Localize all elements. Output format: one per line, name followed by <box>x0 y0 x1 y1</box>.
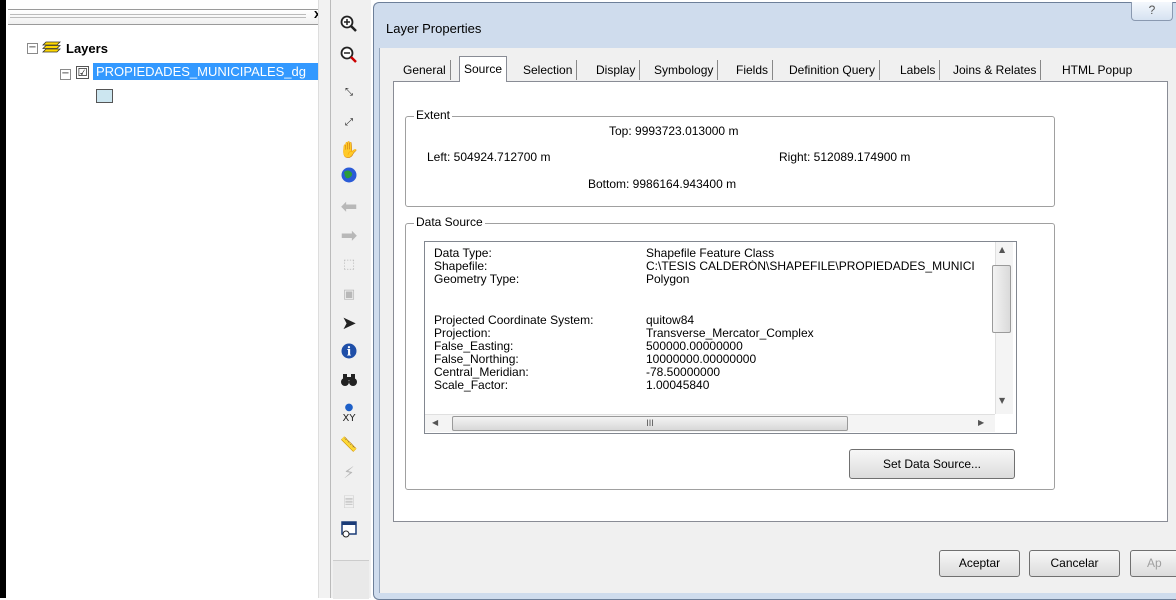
extent-left: Left: 504924.712700 m <box>427 150 551 164</box>
set-data-source-button[interactable]: Set Data Source... <box>849 449 1015 479</box>
time-slider-icon[interactable] <box>338 520 360 542</box>
list-item-value: 1.00045840 <box>646 379 710 392</box>
scroll-right-arrow-icon[interactable]: ▶ <box>978 418 984 427</box>
tab-symbology[interactable]: Symbology <box>650 60 719 80</box>
layers-icon <box>42 40 62 57</box>
back-arrow-icon[interactable]: ⬅ <box>338 195 360 217</box>
scroll-left-arrow-icon[interactable]: ◀ <box>432 418 438 427</box>
toolbar-footer <box>333 560 369 599</box>
vertical-scroll-thumb[interactable] <box>992 265 1011 333</box>
measure-ruler-icon[interactable]: 📏 <box>338 434 360 456</box>
clear-selection-icon[interactable]: ▣ <box>338 284 360 306</box>
ok-button[interactable]: Aceptar <box>939 550 1020 577</box>
list-item-key: Scale_Factor: <box>434 378 509 392</box>
select-elements-icon[interactable]: ⬚ <box>338 254 360 276</box>
dialog-title: Layer Properties <box>386 21 482 36</box>
scroll-up-arrow-icon[interactable]: ▲ <box>999 245 1005 254</box>
tab-display[interactable]: Display <box>592 60 641 80</box>
list-item-value: -78.50000000 <box>646 366 721 379</box>
layer-collapse-toggle[interactable]: − <box>60 69 71 80</box>
go-to-xy-icon[interactable]: ● XY <box>338 402 360 424</box>
scroll-down-arrow-icon[interactable]: ▼ <box>999 396 1005 405</box>
fixed-zoom-in-icon[interactable]: ⤡ <box>338 82 360 104</box>
pan-hand-icon[interactable]: ✋ <box>338 139 360 161</box>
tab-html-popup[interactable]: HTML Popup <box>1058 60 1136 80</box>
tab-joins-relates[interactable]: Joins & Relates <box>949 60 1042 80</box>
data-source-group-label: Data Source <box>414 215 485 229</box>
cancel-button[interactable]: Cancelar <box>1029 550 1120 577</box>
fixed-zoom-out-icon[interactable]: ⤢ <box>338 112 360 134</box>
extent-group-label: Extent <box>414 108 453 122</box>
svg-text:i: i <box>347 345 352 359</box>
list-item-value: 500000.00000000 <box>646 340 743 353</box>
extent-right: Right: 512089.174900 m <box>779 150 911 164</box>
tab-labels[interactable]: Labels <box>896 60 941 80</box>
layers-collapse-toggle[interactable]: − <box>27 43 38 54</box>
list-item-value: Shapefile Feature Class <box>646 247 775 260</box>
list-item-value: Polygon <box>646 273 690 286</box>
tab-fields[interactable]: Fields <box>732 60 774 80</box>
tab-selection[interactable]: Selection <box>519 60 578 80</box>
toc-title-bar[interactable] <box>8 9 326 25</box>
zoom-in-icon[interactable] <box>338 15 360 37</box>
extent-bottom: Bottom: 9986164.943400 m <box>588 177 737 191</box>
tab-source[interactable]: Source <box>459 56 508 82</box>
layers-root-label[interactable]: Layers <box>66 41 108 56</box>
list-item-value: quitow84 <box>646 314 695 327</box>
forward-arrow-icon[interactable]: ➡ <box>338 224 360 246</box>
tab-definition-query[interactable]: Definition Query <box>785 60 881 80</box>
list-item-value: C:\TESIS CALDERÓN\SHAPEFILE\PROPIEDADES_… <box>646 260 975 273</box>
html-popup-icon[interactable]: 🗏 <box>338 492 360 514</box>
dialog-help-button[interactable]: ? <box>1131 2 1173 21</box>
full-extent-globe-icon[interactable] <box>338 166 360 188</box>
list-item-key: Geometry Type: <box>434 272 520 286</box>
zoom-out-icon[interactable] <box>338 46 360 68</box>
layer-name[interactable]: PROPIEDADES_MUNICIPALES_dg <box>93 63 321 80</box>
toc-border <box>0 0 6 598</box>
hyperlink-bolt-icon[interactable]: ⚡ <box>338 462 360 484</box>
find-binoculars-icon[interactable] <box>338 372 360 394</box>
extent-top: Top: 9993723.013000 m <box>609 124 739 138</box>
layer-visibility-checkbox[interactable]: ☑ <box>76 66 89 79</box>
table-of-contents <box>0 0 330 598</box>
horizontal-scroll-thumb[interactable]: III <box>452 416 848 431</box>
apply-button[interactable]: Ap <box>1130 550 1176 577</box>
list-item-value: 10000000.00000000 <box>646 353 757 366</box>
layer-symbol-swatch[interactable] <box>96 89 113 103</box>
select-pointer-icon[interactable]: ➤ <box>338 313 360 335</box>
list-item-value: Transverse_Mercator_Complex <box>646 327 814 340</box>
tab-general[interactable]: General <box>399 60 451 80</box>
identify-icon[interactable]: i <box>338 342 360 364</box>
